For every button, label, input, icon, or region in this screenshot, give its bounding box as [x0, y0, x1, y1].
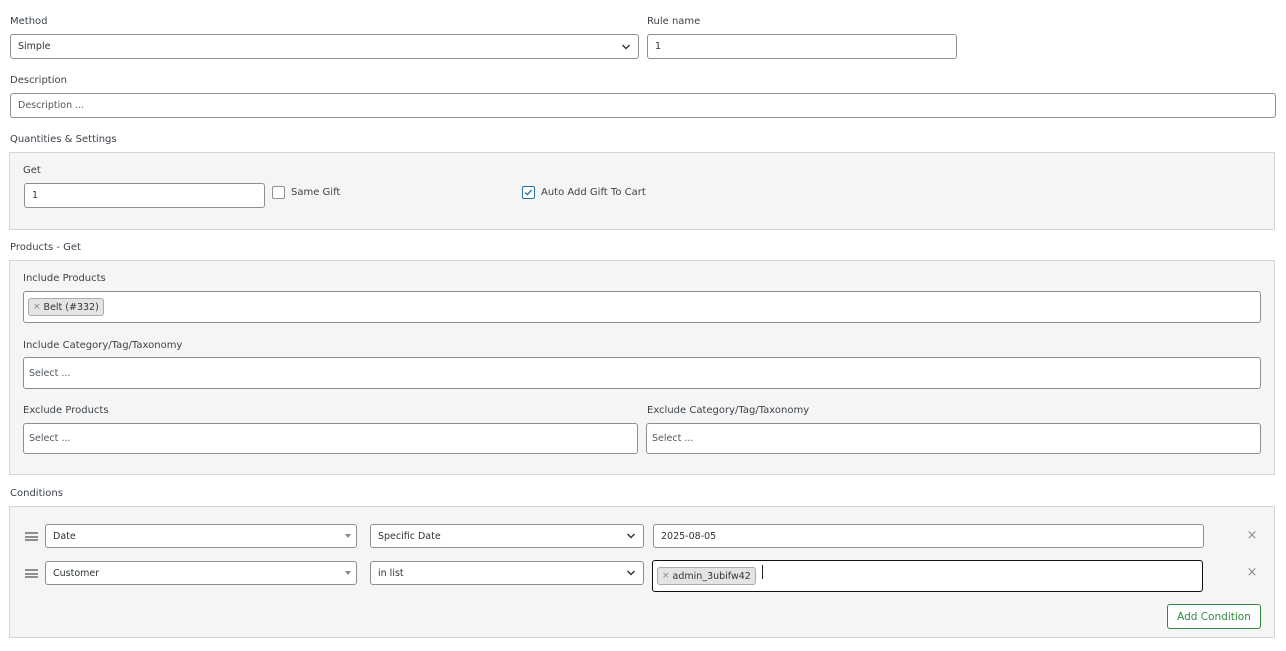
exclude-category-label: Exclude Category/Tag/Taxonomy — [647, 405, 810, 416]
condition-type-value: Date — [53, 530, 76, 542]
condition-operator-select[interactable]: in list — [370, 561, 644, 585]
description-input[interactable]: Description ... — [10, 93, 1276, 118]
exclude-category-placeholder: Select ... — [652, 433, 694, 444]
condition-type-select[interactable]: Customer — [45, 561, 357, 585]
auto-add-checkbox[interactable] — [522, 186, 535, 199]
conditions-section-title: Conditions — [10, 488, 63, 499]
tag-remove-icon[interactable]: × — [33, 302, 41, 312]
drag-handle-icon[interactable] — [25, 569, 38, 578]
get-label: Get — [23, 165, 41, 176]
method-value: Simple — [18, 41, 51, 52]
description-placeholder: Description ... — [18, 100, 85, 111]
method-label: Method — [10, 16, 48, 27]
caret-down-icon — [345, 534, 351, 538]
quantities-section-title: Quantities & Settings — [10, 134, 117, 145]
include-products-select[interactable]: × Belt (#332) — [23, 291, 1261, 323]
include-category-select[interactable]: Select ... — [23, 357, 1261, 389]
remove-condition-icon[interactable]: × — [1246, 566, 1258, 579]
condition-operator-select[interactable]: Specific Date — [370, 524, 644, 548]
condition-type-select[interactable]: Date — [45, 524, 357, 548]
exclude-products-label: Exclude Products — [23, 405, 109, 416]
auto-add-label: Auto Add Gift To Cart — [541, 187, 646, 198]
customer-list-select[interactable]: × admin_3ubifw42 — [652, 560, 1203, 592]
add-condition-button[interactable]: Add Condition — [1167, 604, 1261, 629]
condition-operator-value: Specific Date — [378, 530, 441, 542]
include-products-label: Include Products — [23, 273, 106, 284]
condition-type-value: Customer — [53, 567, 100, 579]
rule-name-value: 1 — [655, 41, 662, 52]
description-label: Description — [10, 75, 67, 86]
include-category-placeholder: Select ... — [29, 367, 71, 379]
products-get-section-title: Products - Get — [10, 242, 81, 253]
include-category-label: Include Category/Tag/Taxonomy — [23, 340, 183, 351]
customer-tag-label: admin_3ubifw42 — [672, 570, 751, 582]
exclude-products-select[interactable]: Select ... — [23, 423, 638, 454]
chevron-down-icon — [627, 570, 635, 576]
tag-remove-icon[interactable]: × — [662, 571, 670, 581]
rule-name-label: Rule name — [647, 16, 701, 27]
product-tag-label: Belt (#332) — [43, 301, 99, 313]
product-tag[interactable]: × Belt (#332) — [28, 298, 104, 316]
same-gift-label: Same Gift — [291, 187, 341, 198]
condition-operator-value: in list — [378, 567, 404, 579]
same-gift-checkbox[interactable] — [272, 186, 285, 199]
caret-down-icon — [345, 571, 351, 575]
rule-name-input[interactable]: 1 — [647, 34, 957, 59]
condition-date-value: 2025-08-05 — [661, 530, 717, 542]
chevron-down-icon — [627, 533, 635, 539]
method-select[interactable]: Simple — [10, 34, 639, 59]
get-quantity-value: 1 — [32, 190, 39, 201]
chevron-down-icon — [622, 44, 630, 49]
text-cursor — [761, 565, 763, 579]
check-icon — [524, 189, 532, 196]
exclude-products-placeholder: Select ... — [29, 433, 71, 444]
remove-condition-icon[interactable]: × — [1246, 529, 1258, 542]
customer-tag[interactable]: × admin_3ubifw42 — [657, 567, 756, 585]
condition-value-input[interactable]: 2025-08-05 — [653, 524, 1204, 548]
drag-handle-icon[interactable] — [25, 532, 38, 541]
get-quantity-input[interactable]: 1 — [24, 183, 265, 208]
exclude-category-select[interactable]: Select ... — [646, 423, 1261, 454]
